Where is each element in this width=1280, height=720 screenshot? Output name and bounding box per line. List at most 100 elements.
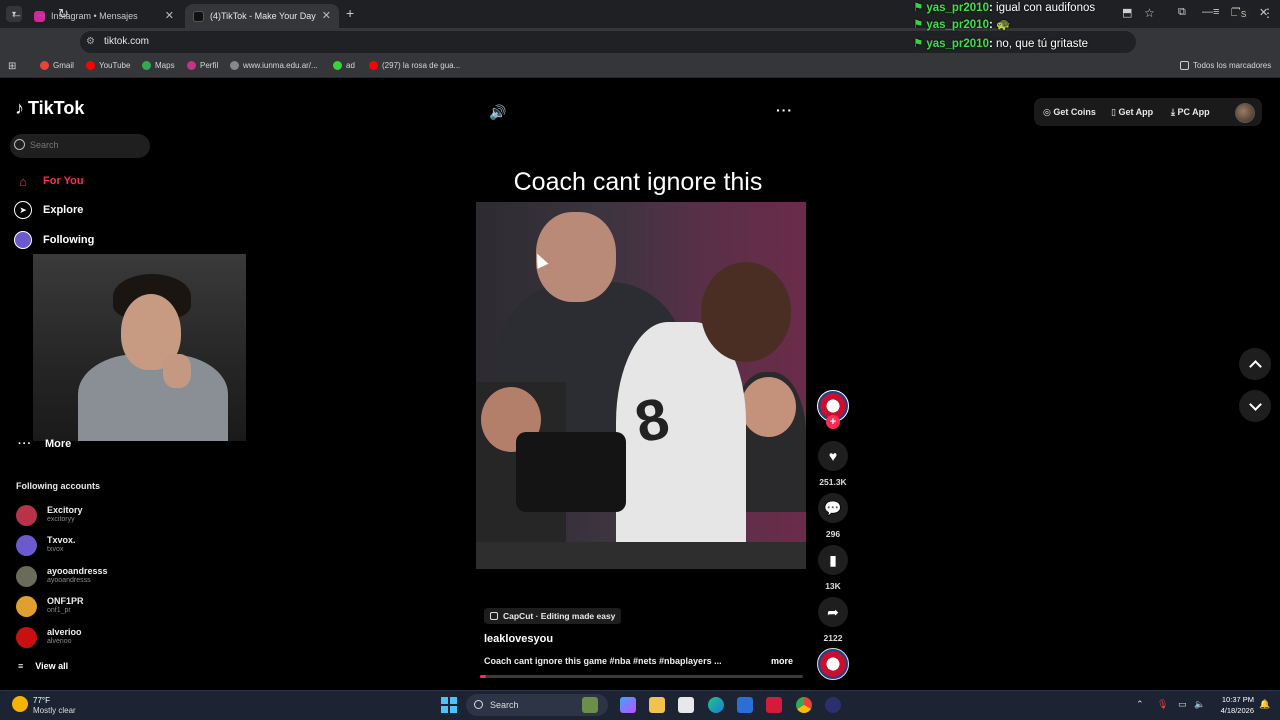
previous-video-button[interactable] <box>1239 348 1271 380</box>
share-icon: ➦ <box>827 603 839 620</box>
tab-tiktok[interactable]: (4)TikTok - Make Your Day ✕ <box>185 4 339 28</box>
tiktok-logo[interactable]: ♪ TikTok <box>15 98 84 119</box>
youtube-icon <box>86 61 95 70</box>
description-more-link[interactable]: more <box>771 656 793 666</box>
widgets-icon[interactable] <box>582 697 598 713</box>
speaker-icon[interactable]: 🔈 <box>1194 699 1205 710</box>
following-account[interactable]: alverioo alverioo <box>16 625 216 651</box>
extensions-icon[interactable]: ⧉ <box>1178 6 1186 19</box>
menu-icon[interactable]: ⋮ <box>1262 6 1274 20</box>
video-progress-track[interactable] <box>480 675 803 678</box>
app-icon[interactable] <box>825 697 841 713</box>
chrome-icon[interactable] <box>796 697 812 713</box>
chat-user: yas_pr2010 <box>926 38 989 50</box>
bookmark-perfil[interactable]: Perfil <box>187 61 218 70</box>
save-count: 13K <box>825 581 841 591</box>
nav-for-you[interactable]: ⌂ For You <box>14 172 83 190</box>
view-all-button[interactable]: ≡ View all <box>18 661 68 671</box>
effect-tag[interactable]: CapCut · Editing made easy <box>484 608 622 624</box>
bookmark-youtube[interactable]: YouTube <box>86 61 130 70</box>
chevron-up-icon <box>1248 359 1262 373</box>
profile-icon[interactable]: S <box>1237 8 1250 21</box>
pc-app-button[interactable]: ⤓ PC App <box>1171 107 1210 118</box>
microphone-icon[interactable]: 🎙 <box>1157 699 1168 710</box>
comment-count: 296 <box>825 529 841 539</box>
video-player[interactable]: 8 <box>476 202 806 569</box>
reload-icon[interactable]: ↻ <box>58 6 69 22</box>
bookmark-rosa[interactable]: (297) la rosa de gua... <box>369 61 460 70</box>
share-count: 2122 <box>823 633 843 643</box>
like-button[interactable]: ♥ <box>818 441 848 471</box>
account-name: Excitory <box>47 505 83 515</box>
coin-icon: ◎ <box>1043 107 1054 117</box>
nav-explore[interactable]: ➤ Explore <box>14 201 83 219</box>
notification-icon[interactable]: 🔔 <box>1259 699 1270 710</box>
folder-icon <box>1180 61 1189 70</box>
close-icon[interactable]: ✕ <box>322 9 331 22</box>
following-account[interactable]: ONF1PR onf1_pr <box>16 594 216 620</box>
file-explorer-icon[interactable] <box>649 697 665 713</box>
globe-icon <box>230 61 239 70</box>
account-handle: ayooandresss <box>47 577 91 584</box>
store-icon[interactable] <box>678 697 694 713</box>
tray-overflow-icon[interactable]: ⌃ <box>1136 699 1144 710</box>
bookmark-iunma[interactable]: www.iunma.edu.ar/... <box>230 61 318 70</box>
view-all-label: View all <box>35 661 69 671</box>
windows-taskbar <box>0 690 1280 720</box>
install-app-icon[interactable]: ⬒ <box>1122 6 1132 19</box>
windows-start-icon[interactable] <box>441 697 457 713</box>
search-input[interactable] <box>30 140 140 150</box>
opera-icon[interactable] <box>766 697 782 713</box>
chat-user: yas_pr2010 <box>926 2 989 14</box>
following-account[interactable]: Excitory excitoryy <box>16 503 216 529</box>
more-options-icon[interactable]: ··· <box>776 102 793 118</box>
account-name: Txvox. <box>47 535 76 545</box>
save-button[interactable]: ▮ <box>818 545 848 575</box>
clock-time[interactable]: 10:37 PM <box>1218 695 1254 704</box>
profile-avatar[interactable] <box>1235 103 1255 123</box>
new-tab-button[interactable]: + <box>346 5 354 21</box>
minimize-button[interactable]: — <box>1202 6 1213 18</box>
edge-icon[interactable] <box>708 697 724 713</box>
nav-following[interactable]: Following <box>14 231 94 249</box>
webcam-overlay <box>33 254 246 441</box>
network-icon[interactable]: ▭ <box>1178 699 1187 710</box>
bookmark-label: ad <box>346 61 355 70</box>
button-label: Get App <box>1118 107 1154 117</box>
next-video-button[interactable] <box>1239 390 1271 422</box>
bookmark-gmail[interactable]: Gmail <box>40 61 74 70</box>
share-button[interactable]: ➦ <box>818 597 848 627</box>
forward-icon[interactable]: → <box>34 6 47 21</box>
url-text[interactable]: tiktok.com <box>104 36 149 47</box>
site-info-icon[interactable]: ⚙ <box>86 36 95 47</box>
get-coins-button[interactable]: ◎ Get Coins <box>1043 107 1096 118</box>
bookmark-star-icon[interactable]: ☆ <box>1144 6 1155 20</box>
close-icon[interactable]: ✕ <box>165 9 174 22</box>
weather-moon-icon[interactable] <box>12 696 28 712</box>
apps-icon[interactable]: ⊞ <box>8 61 16 72</box>
bookmark-label: Todos los marcadores <box>1193 61 1272 70</box>
video-description: Coach cant ignore this game #nba #nets #… <box>484 656 722 666</box>
music-disc[interactable] <box>817 648 849 680</box>
bookmark-maps[interactable]: Maps <box>142 61 175 70</box>
media-control-icon[interactable]: ≡ <box>1213 6 1219 18</box>
clock-date[interactable]: 4/18/2026 <box>1212 706 1254 715</box>
back-icon[interactable]: ← <box>10 6 23 21</box>
bookmark-label: Maps <box>155 61 175 70</box>
nav-more[interactable]: ··· More <box>18 438 71 450</box>
account-handle: excitoryy <box>47 516 75 523</box>
following-account[interactable]: ayooandresss ayooandresss <box>16 564 216 590</box>
mail-icon[interactable] <box>737 697 753 713</box>
tab-instagram[interactable]: Instagram • Mensajes ✕ <box>26 4 182 28</box>
copilot-icon[interactable] <box>620 697 636 713</box>
bookmark-label: YouTube <box>99 61 131 70</box>
get-app-button[interactable]: ▯ Get App <box>1111 107 1153 118</box>
following-account[interactable]: Txvox. txvox <box>16 533 216 559</box>
volume-icon[interactable]: 🔊 <box>489 104 506 121</box>
bookmark-ad[interactable]: ad <box>333 61 355 70</box>
comment-button[interactable]: 💬 <box>818 493 848 523</box>
video-username[interactable]: leaklovesyou <box>484 633 553 645</box>
follow-plus-icon[interactable]: + <box>826 415 840 429</box>
all-bookmarks[interactable]: Todos los marcadores <box>1180 61 1271 70</box>
logo-text: TikTok <box>28 98 85 118</box>
